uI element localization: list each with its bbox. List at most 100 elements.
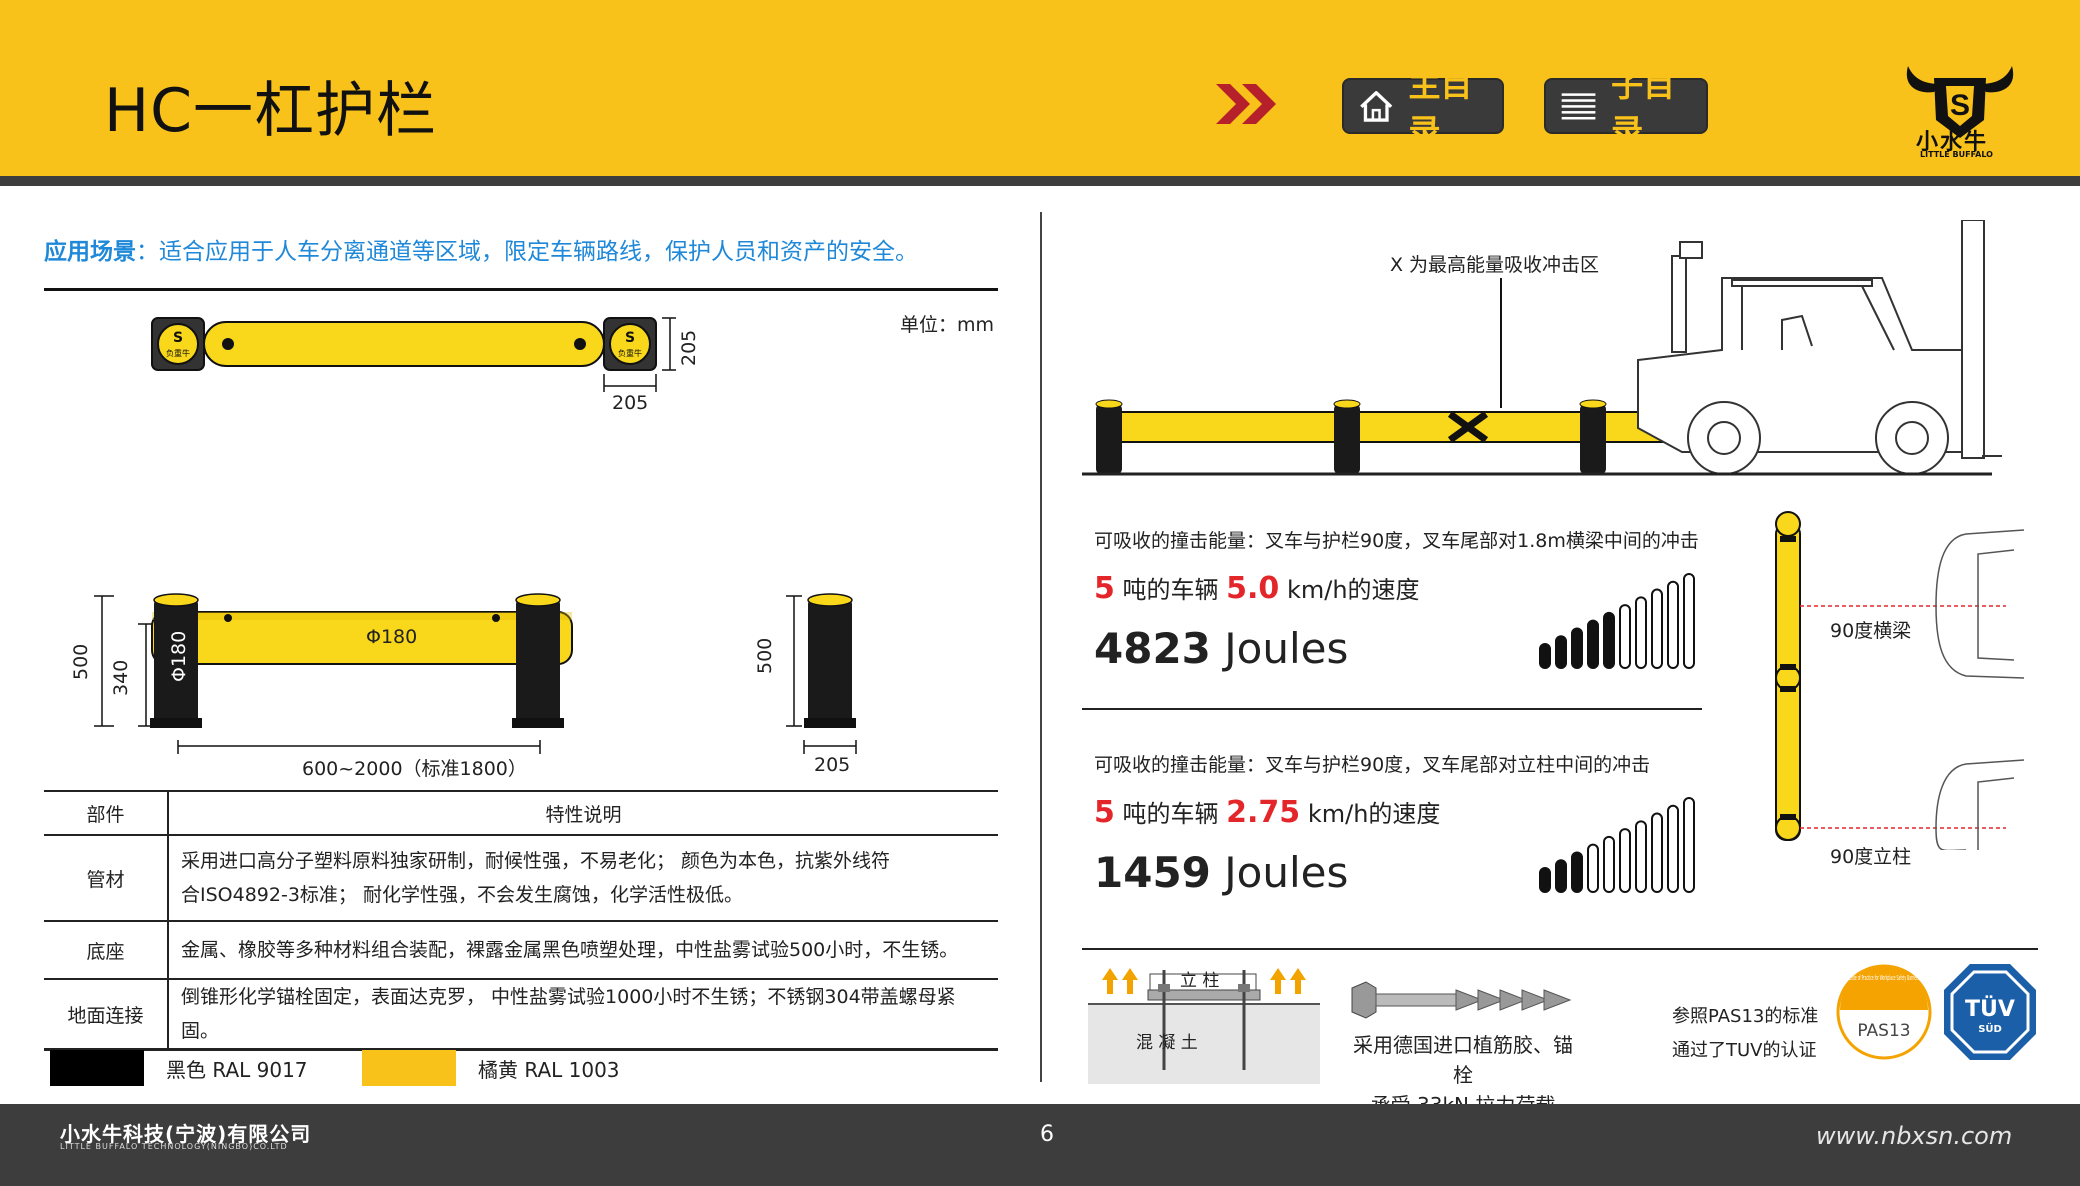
front-dim-500: 500 [70, 643, 92, 680]
header-divider [0, 176, 2080, 186]
impact1-joules-unit: Joules [1224, 624, 1349, 673]
front-dim-post: Φ180 [168, 630, 190, 682]
beam-impact-label: 90度横梁 [1830, 620, 1912, 642]
meter-bar-filled [1539, 643, 1551, 669]
home-menu-button[interactable]: 主目录 [1342, 66, 1504, 150]
impact2-condition: 可吸收的撞击能量：叉车与护栏90度，叉车尾部对立柱中间的冲击 [1094, 754, 1651, 776]
impact2-speed: 2.75 [1226, 795, 1301, 830]
meter-bar-filled [1555, 859, 1567, 893]
table-row: 管材 采用进口高分子塑料原料独家研制，耐候性强，不易老化； 颜色为本色，抗紫外线… [44, 834, 998, 921]
scene-label: 应用场景 [44, 239, 136, 265]
logo-name-en: LITTLE BUFFALO [1920, 150, 1993, 159]
cert-description: 参照PAS13的标准 通过了TUV的认证 [1672, 1000, 1818, 1068]
post-impact-label: 90度立柱 [1830, 846, 1912, 868]
table-cell-desc: 采用进口高分子塑料原料独家研制，耐候性强，不易老化； 颜色为本色，抗紫外线符合I… [168, 834, 998, 921]
color-swatch-black [50, 1050, 144, 1086]
anchor-bolt-icon [1351, 981, 1572, 1019]
impact1-tons: 5 [1094, 571, 1115, 606]
table-header-desc: 特性说明 [168, 790, 998, 835]
impact2-signal-meter [1539, 797, 1695, 893]
meter-bar-filled [1571, 627, 1583, 669]
list-icon [1561, 93, 1596, 120]
impact2-speed-unit: km/h的速度 [1307, 800, 1441, 828]
top-dim-width: 205 [612, 392, 649, 414]
meter-bar-empty [1619, 828, 1631, 893]
meter-bar-empty [1667, 804, 1679, 893]
pas13-badge: Code of Practice for Workplace Safety Ba… [1836, 964, 1932, 1060]
table-cell-desc: 倒锥形化学锚栓固定，表面达克罗， 中性盐雾试验1000小时不生锈；不锈钢304带… [168, 978, 998, 1051]
double-chevron-icon [1216, 84, 1276, 124]
svg-text:S: S [625, 330, 635, 346]
meter-bar-empty [1635, 596, 1647, 669]
anchor-concrete-label: 混 凝 土 [1136, 1033, 1198, 1053]
sub-menu-button[interactable]: 子目录 [1544, 66, 1708, 150]
tuv-sud-badge: TÜV SÜD [1944, 964, 2036, 1060]
color-swatch-yellow [362, 1050, 456, 1086]
impact1-signal-meter [1539, 573, 1695, 669]
meter-bar-filled [1571, 851, 1583, 893]
meter-bar-empty [1619, 604, 1631, 669]
impact1-energy: 4823 Joules [1094, 624, 1348, 673]
impact1-tons-unit: 吨的车辆 [1122, 576, 1219, 604]
guardrail-forklift-illustration [1082, 220, 2002, 476]
table-header-part: 部件 [44, 790, 169, 835]
impact2-joules: 1459 [1094, 848, 1211, 897]
meter-bar-filled [1603, 611, 1615, 669]
color-label-black: 黑色 RAL 9017 [166, 1058, 308, 1082]
unit-label: 单位：mm [900, 314, 995, 336]
impact-divider [1082, 708, 1702, 710]
meter-bar-empty [1635, 820, 1647, 893]
logo-badge: S [1950, 89, 1970, 122]
home-icon [1360, 91, 1393, 122]
page-title: HC一杠护栏 [104, 76, 438, 146]
table-cell-part: 地面连接 [44, 978, 169, 1051]
impact2-energy: 1459 Joules [1094, 848, 1348, 897]
table-cell-desc: 金属、橡胶等多种材料组合装配，裸露金属黑色喷塑处理，中性盐雾试验500小时，不生… [168, 920, 998, 979]
impact1-condition: 可吸收的撞击能量：叉车与护栏90度，叉车尾部对1.8m横梁中间的冲击 [1094, 530, 1699, 552]
side-dim-500: 500 [754, 637, 776, 674]
impact2-tons-unit: 吨的车辆 [1122, 800, 1219, 828]
side-dim-205: 205 [814, 754, 851, 776]
top-dim-height: 205 [678, 329, 700, 366]
top-badge-right: 负重牛 [618, 348, 642, 358]
meter-bar-empty [1683, 573, 1695, 669]
table-row: 地面连接 倒锥形化学锚栓固定，表面达克罗， 中性盐雾试验1000小时不生锈；不锈… [44, 978, 998, 1051]
front-dim-length: 600~2000（标准1800） [302, 758, 527, 780]
scene-divider [44, 288, 998, 291]
top-badge-left: 负重牛 [166, 348, 190, 358]
website-url: www.nbxsn.com [1816, 1122, 2013, 1150]
tuv-label: TÜV [1965, 996, 2015, 1022]
meter-bar-empty [1651, 812, 1663, 893]
bottom-divider [1082, 948, 2038, 950]
color-label-yellow: 橘黄 RAL 1003 [478, 1058, 620, 1082]
meter-bar-empty [1603, 835, 1615, 893]
table-cell-part: 底座 [44, 920, 169, 979]
meter-bar-empty [1651, 588, 1663, 669]
impact1-spec: 5 吨的车辆 5.0 km/h的速度 [1094, 570, 1420, 606]
table-cell-part: 管材 [44, 834, 169, 921]
impact-direction-diagram [1775, 511, 2025, 850]
front-view-drawing [94, 593, 573, 754]
pas13-small-text: Code of Practice for Workplace Safety Ba… [1849, 974, 1919, 982]
svg-text:S: S [173, 330, 183, 346]
impact1-speed-unit: km/h的速度 [1286, 576, 1420, 604]
front-dim-rail: Φ180 [366, 626, 418, 648]
table-row: 底座 金属、橡胶等多种材料组合装配，裸露金属黑色喷塑处理，中性盐雾试验500小时… [44, 920, 998, 979]
impact2-spec: 5 吨的车辆 2.75 km/h的速度 [1094, 794, 1440, 830]
application-scene: 应用场景：适合应用于人车分离通道等区域，限定车辆路线，保护人员和资产的安全。 [44, 232, 918, 266]
meter-bar-empty [1683, 797, 1695, 893]
meter-bar-filled [1555, 635, 1567, 669]
table-header-row: 部件 特性说明 [44, 790, 998, 835]
anchor-post-label: 立 柱 [1180, 971, 1220, 991]
sub-menu-label: 子目录 [1611, 66, 1676, 150]
scene-text: ：适合应用于人车分离通道等区域，限定车辆路线，保护人员和资产的安全。 [136, 239, 918, 265]
front-dim-340: 340 [110, 659, 132, 696]
impact2-joules-unit: Joules [1224, 848, 1349, 897]
cert-text-2: 通过了TUV的认证 [1672, 1040, 1817, 1061]
home-menu-label: 主目录 [1408, 66, 1473, 150]
column-divider [1040, 212, 1042, 1082]
spec-table: 部件 特性说明 管材 采用进口高分子塑料原料独家研制，耐候性强，不易老化； 颜色… [44, 790, 998, 1051]
impact1-joules: 4823 [1094, 624, 1211, 673]
footer-company-en: LITTLE BUFFALO TECHNOLOGY(NINGBO)CO.LTD [60, 1142, 288, 1151]
impact1-speed: 5.0 [1226, 571, 1280, 606]
